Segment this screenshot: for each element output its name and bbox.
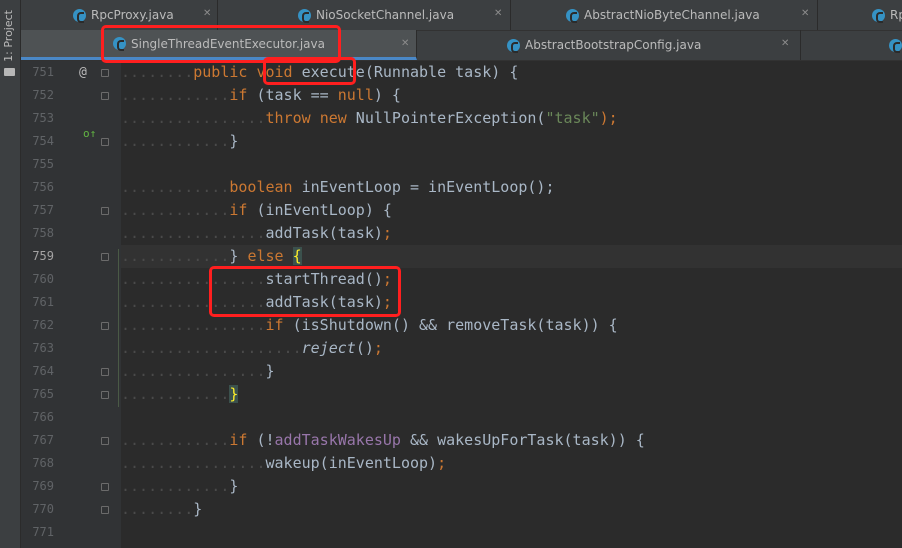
tab-niosocketchannel[interactable]: NioSocketChannel.java ✕ xyxy=(218,0,511,30)
line-number: 754 xyxy=(32,134,54,148)
line-number: 767 xyxy=(32,433,54,447)
code-line-765: ............} xyxy=(121,385,239,403)
java-class-icon xyxy=(73,8,86,23)
fold-marker[interactable] xyxy=(101,69,109,77)
tab-label: SingleThreadEventExecutor.java xyxy=(131,36,325,51)
line-number: 756 xyxy=(32,180,54,194)
code-line-769: ............} xyxy=(121,477,239,495)
tab-rp[interactable]: Rp xyxy=(818,0,902,30)
line-number: 760 xyxy=(32,272,54,286)
tab-label: AbstractBootstrapConfig.java xyxy=(525,38,702,52)
tab-row-2: SingleThreadEventExecutor.java ✕ Abstrac… xyxy=(21,30,902,61)
close-icon[interactable]: ✕ xyxy=(203,8,211,19)
matched-brace: } xyxy=(229,385,239,403)
code-line-756: ............boolean inEventLoop = inEven… xyxy=(121,178,555,196)
code-line-762: ................if (isShutdown() && remo… xyxy=(121,316,618,334)
code-line-759: ............} else { xyxy=(121,247,302,265)
line-number: 762 xyxy=(32,318,54,332)
java-class-icon xyxy=(113,37,126,51)
line-number: 765 xyxy=(32,387,54,401)
code-line-752: ............if (task == null) { xyxy=(121,86,401,104)
java-class-icon xyxy=(298,8,311,23)
override-marker: o↑ xyxy=(83,127,97,140)
fold-marker[interactable] xyxy=(101,322,109,330)
tab-rpcproxy[interactable]: RpcProxy.java ✕ xyxy=(21,0,218,30)
fold-marker[interactable] xyxy=(101,506,109,514)
method-name: execute xyxy=(301,63,365,81)
line-number: 758 xyxy=(32,226,54,240)
line-number: 771 xyxy=(32,525,54,539)
line-number: 751 xyxy=(32,65,54,79)
fold-marker[interactable] xyxy=(101,368,109,376)
code-line-754: ............} xyxy=(121,132,239,150)
fold-marker[interactable] xyxy=(101,92,109,100)
close-icon[interactable]: ✕ xyxy=(801,8,809,19)
line-number: 757 xyxy=(32,203,54,217)
code-line-763: ....................reject(); xyxy=(121,339,383,357)
java-class-icon xyxy=(507,38,520,53)
code-line-770: ........} xyxy=(121,500,203,518)
java-class-icon xyxy=(872,8,885,23)
code-editor[interactable]: ........public void execute(Runnable tas… xyxy=(121,61,902,548)
line-number: 763 xyxy=(32,341,54,355)
code-line-758: ................addTask(task); xyxy=(121,224,392,242)
tab-label: RpcProxy.java xyxy=(91,8,174,22)
override-method-icon[interactable]: o↑ xyxy=(83,128,96,139)
line-number: 761 xyxy=(32,295,54,309)
code-line-767: ............if (!addTaskWakesUp && wakes… xyxy=(121,431,645,449)
annotation-icon: @ xyxy=(79,65,87,80)
line-number: 752 xyxy=(32,88,54,102)
line-number: 768 xyxy=(32,456,54,470)
fold-marker[interactable] xyxy=(101,138,109,146)
line-number: 770 xyxy=(32,502,54,516)
fold-marker[interactable] xyxy=(101,437,109,445)
tab-label: AbstractNioByteChannel.java xyxy=(584,8,760,22)
line-number: 753 xyxy=(32,111,54,125)
close-icon[interactable]: ✕ xyxy=(494,8,502,19)
tab-label: NioSocketChannel.java xyxy=(316,8,455,22)
scope-guide xyxy=(118,249,119,407)
tab-abstractbootstrapconfig[interactable]: AbstractBootstrapConfig.java ✕ xyxy=(417,30,801,60)
fold-marker[interactable] xyxy=(101,483,109,491)
project-tool-button[interactable]: 1: Project xyxy=(2,10,15,62)
tab-abstractniobytechannel[interactable]: AbstractNioByteChannel.java ✕ xyxy=(511,0,818,30)
java-class-icon xyxy=(566,8,579,23)
java-class-icon xyxy=(889,38,902,53)
code-line-768: ................wakeup(inEventLoop); xyxy=(121,454,447,472)
tab-singlethreadeventexecutor[interactable]: SingleThreadEventExecutor.java ✕ xyxy=(21,30,417,60)
line-number: 755 xyxy=(32,157,54,171)
fold-marker[interactable] xyxy=(101,391,109,399)
code-line-753: ................throw new NullPointerExc… xyxy=(121,109,618,127)
tab-label: Rp xyxy=(890,8,902,22)
close-icon[interactable]: ✕ xyxy=(401,38,409,49)
editor-gutter: 751 752 753 754 755 756 757 758 759 760 … xyxy=(21,61,121,548)
code-line-757: ............if (inEventLoop) { xyxy=(121,201,392,219)
tab-next[interactable] xyxy=(801,30,902,60)
folder-icon xyxy=(4,68,15,76)
editor-tab-bar: RpcProxy.java ✕ NioSocketChannel.java ✕ … xyxy=(21,0,902,61)
fold-marker[interactable] xyxy=(101,207,109,215)
fold-marker[interactable] xyxy=(101,253,109,261)
matched-brace: { xyxy=(292,247,302,265)
line-number: 769 xyxy=(32,479,54,493)
close-icon[interactable]: ✕ xyxy=(781,38,789,49)
line-number: 766 xyxy=(32,410,54,424)
line-number-current: 759 xyxy=(32,249,54,263)
code-line-760: ................startThread(); xyxy=(121,270,392,288)
tab-row-1: RpcProxy.java ✕ NioSocketChannel.java ✕ … xyxy=(21,0,902,31)
code-line-764: ................} xyxy=(121,362,275,380)
line-number: 764 xyxy=(32,364,54,378)
project-tool-strip: 1: Project xyxy=(0,0,21,548)
code-line-761: ................addTask(task); xyxy=(121,293,392,311)
code-line-751: ........public void execute(Runnable tas… xyxy=(121,63,519,81)
